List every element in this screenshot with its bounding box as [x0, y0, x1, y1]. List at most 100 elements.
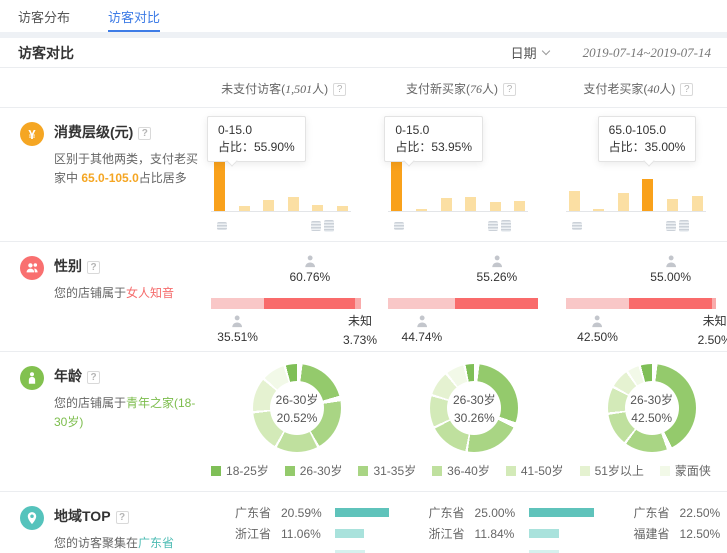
region-list-unpaid[interactable]: 广东省20.59%浙江省11.06%: [195, 492, 389, 553]
age-donut-old-buyers[interactable]: 26-30岁42.50%: [608, 364, 696, 452]
bar-group: [566, 158, 706, 212]
consumption-bar[interactable]: [692, 196, 703, 211]
section-desc: 您的访客聚集在广东省: [54, 534, 204, 553]
unknown-stat: 未知2.50%: [698, 312, 727, 350]
help-icon[interactable]: ?: [138, 127, 151, 140]
location-pin-icon: [20, 506, 44, 530]
region-pct: 25.00%: [475, 506, 529, 520]
region-row: [634, 544, 727, 553]
consumption-bar[interactable]: [514, 201, 525, 211]
male-stat: 42.50%: [577, 314, 618, 344]
coin-stack-icon: [572, 222, 582, 230]
region-pct: 20.59%: [281, 506, 335, 520]
gender-chart-new-buyers[interactable]: 55.26% 44.74% 未知: [388, 254, 538, 354]
consumption-bar[interactable]: [214, 160, 225, 211]
female-stat: 60.76%: [289, 254, 330, 284]
consumption-bar[interactable]: [465, 197, 476, 211]
two-people-icon: [20, 256, 44, 280]
region-row: [429, 544, 594, 553]
person-icon: [590, 314, 605, 329]
legend-label: 36-40岁: [447, 462, 490, 479]
donut-center-label: 26-30岁42.50%: [625, 381, 679, 435]
chart-tooltip: 0-15.0占比：55.90%: [207, 116, 306, 162]
region-list-new-buyers[interactable]: 广东省25.00%浙江省11.84%: [389, 492, 594, 553]
consumption-bar[interactable]: [416, 209, 427, 211]
consumption-bar[interactable]: [263, 200, 274, 212]
tab-visitor-compare[interactable]: 访客对比: [108, 0, 160, 32]
col-header-unpaid: 未支付访客(1,501人)?: [195, 80, 372, 97]
consumption-bar[interactable]: [391, 161, 402, 211]
legend-item[interactable]: 41-50岁: [506, 462, 564, 479]
help-icon[interactable]: ?: [503, 83, 516, 96]
region-row: 福建省12.50%: [634, 523, 727, 544]
consumption-bar[interactable]: [441, 198, 452, 211]
person-icon: [20, 366, 44, 390]
help-icon[interactable]: ?: [116, 511, 129, 524]
legend-item[interactable]: 51岁以上: [580, 462, 644, 479]
legend-swatch: [211, 466, 221, 476]
legend-label: 蒙面侠: [675, 462, 711, 479]
region-pct: 22.50%: [680, 506, 727, 520]
consumption-bar[interactable]: [288, 197, 299, 211]
section-title: 消费层级(元)?: [54, 122, 204, 142]
region-pct: 11.06%: [281, 527, 335, 541]
gender-chart-old-buyers[interactable]: 55.00% 42.50% 未知2.50%: [566, 254, 716, 354]
coin-stack-icon: [311, 221, 321, 231]
consumption-bar[interactable]: [337, 206, 348, 211]
help-icon[interactable]: ?: [87, 371, 100, 384]
chart-tooltip: 65.0-105.0占比：35.00%: [598, 116, 697, 162]
region-list-old-buyers[interactable]: 广东省22.50%福建省12.50%: [594, 492, 727, 553]
gender-bar: [388, 298, 538, 309]
male-stat: 35.51%: [217, 314, 258, 344]
region-row: 广东省25.00%: [429, 502, 594, 523]
help-icon[interactable]: ?: [87, 261, 100, 274]
age-donut-unpaid[interactable]: 26-30岁20.52%: [253, 364, 341, 452]
legend-item[interactable]: 31-35岁: [358, 462, 416, 479]
chevron-down-icon: [541, 47, 549, 55]
help-icon[interactable]: ?: [680, 83, 693, 96]
legend-item[interactable]: 18-25岁: [211, 462, 269, 479]
legend-swatch: [285, 466, 295, 476]
date-range[interactable]: 2019-07-14~2019-07-14: [583, 45, 711, 61]
consumption-chart-old-buyers[interactable]: 65.0-105.0占比：35.00%: [550, 108, 727, 242]
consumption-bar[interactable]: [312, 205, 323, 211]
section-desc: 您的店铺属于青年之家(18-30岁): [54, 394, 204, 432]
gender-chart-unpaid[interactable]: 60.76% 35.51% 未知3.73%: [211, 254, 361, 354]
region-bar: [335, 529, 364, 538]
legend-item[interactable]: 蒙面侠: [660, 462, 711, 479]
consumption-chart-new-buyers[interactable]: 0-15.0占比：53.95%: [372, 108, 549, 242]
region-row: 浙江省11.06%: [235, 523, 389, 544]
consumption-bar[interactable]: [642, 179, 653, 211]
coin-stack-icon: [217, 222, 227, 230]
coin-stack-icon: [679, 220, 689, 232]
legend-swatch: [506, 466, 516, 476]
legend-item[interactable]: 36-40岁: [432, 462, 490, 479]
coin-stack-icon: [488, 221, 498, 231]
consumption-bar[interactable]: [239, 206, 250, 211]
section-gender: 性别? 您的店铺属于女人知音 60.76% 35.51% 未知3.73% 55.…: [0, 242, 727, 352]
person-icon: [230, 314, 245, 329]
age-donut-new-buyers[interactable]: 26-30岁30.26%: [430, 364, 518, 452]
section-title: 年龄?: [54, 366, 204, 386]
male-segment: [211, 298, 264, 309]
consumption-bar[interactable]: [618, 193, 629, 211]
consumption-bar[interactable]: [490, 202, 501, 211]
legend-label: 31-35岁: [373, 462, 416, 479]
tab-visitor-distribution[interactable]: 访客分布: [18, 0, 70, 32]
consumption-bar[interactable]: [569, 191, 580, 211]
male-segment: [566, 298, 630, 309]
yuan-icon: ¥: [20, 122, 44, 146]
donut-center-label: 26-30岁30.26%: [447, 381, 501, 435]
consumption-bar[interactable]: [593, 209, 604, 211]
female-segment: [264, 298, 355, 309]
consumption-bar[interactable]: [667, 199, 678, 211]
legend-item[interactable]: 26-30岁: [285, 462, 343, 479]
region-name: 浙江省: [429, 525, 475, 542]
gender-bar: [566, 298, 716, 309]
gender-bar: [211, 298, 361, 309]
person-icon: [302, 254, 317, 269]
date-dropdown[interactable]: 日期: [511, 43, 549, 62]
male-segment: [388, 298, 455, 309]
consumption-chart-unpaid[interactable]: 0-15.0占比：55.90%: [195, 108, 372, 242]
help-icon[interactable]: ?: [333, 83, 346, 96]
